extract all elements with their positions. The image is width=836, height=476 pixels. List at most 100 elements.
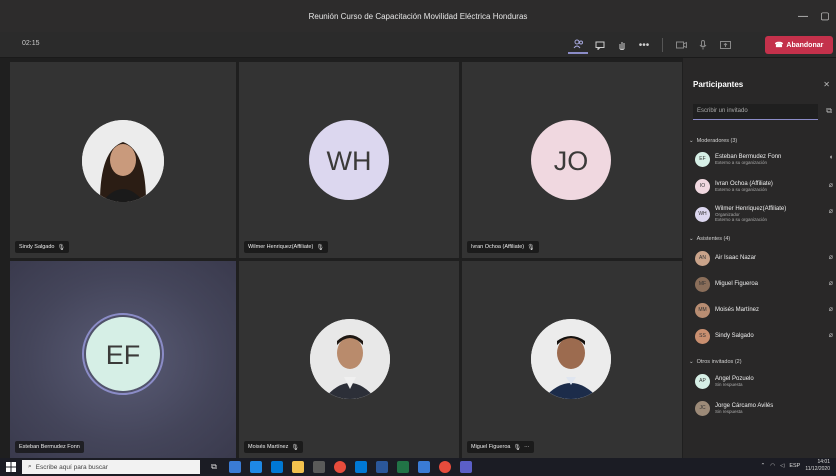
avatar-initials: JO	[554, 146, 589, 176]
participant-list-item[interactable]: EF Esteban Bermudez Fonn Externo a su org…	[695, 148, 835, 170]
window-title: Reunión Curso de Capacitación Movilidad …	[308, 11, 528, 21]
avatar-circle-svg: EF	[82, 313, 164, 395]
more-options-icon[interactable]: •••	[634, 36, 654, 54]
avatar-initials: EF	[106, 340, 141, 370]
store-icon[interactable]	[313, 461, 325, 473]
app-icon[interactable]	[229, 461, 241, 473]
system-tray: ⌃ ◠ ◁ ESP 14:01 11/12/2020	[761, 459, 830, 473]
avatar: WH	[695, 206, 710, 222]
participant-list-item[interactable]: MM Moisés Martínez ⌀	[695, 299, 835, 321]
panel-title: Participantes	[693, 80, 744, 89]
video-tile[interactable]: Miguel Figueroa 🎙 ···	[462, 261, 682, 458]
speaking-indicator-icon: ◖	[828, 154, 833, 161]
close-icon[interactable]: ✕	[823, 80, 830, 89]
share-screen-icon[interactable]	[715, 36, 735, 54]
file-explorer-icon[interactable]	[292, 461, 304, 473]
maximize-button[interactable]: ▢	[814, 0, 836, 32]
video-tile[interactable]: JO Ivran Ochoa (Affiliate) 🎙	[462, 62, 682, 258]
chat-icon[interactable]	[590, 36, 610, 54]
mic-off-icon: ⌀	[828, 332, 833, 339]
participant-name-label: Wilmer Henriquez(Affiliate) 🎙	[244, 241, 328, 253]
avatar: JC	[695, 400, 710, 416]
participant-list-item[interactable]: IO Ivran Ochoa (Affiliate) Externo a su o…	[695, 175, 835, 197]
participant-photo	[82, 120, 164, 202]
excel-icon[interactable]	[397, 461, 409, 473]
video-tile[interactable]: WH Wilmer Henriquez(Affiliate) 🎙	[239, 62, 459, 258]
window-titlebar: Reunión Curso de Capacitación Movilidad …	[0, 0, 836, 32]
leave-button[interactable]: ☎ Abandonar	[765, 36, 833, 54]
system-clock[interactable]: 14:01 11/12/2020	[805, 459, 830, 473]
avatar-circle-svg: WH	[309, 120, 389, 200]
mic-off-icon: ⌀	[828, 254, 833, 261]
minimize-button[interactable]: —	[792, 0, 814, 32]
meeting-toolbar: 02:15 ••• ☎ Abandonar	[0, 32, 836, 58]
mic-off-icon: 🎙	[527, 244, 535, 251]
network-icon[interactable]: ◠	[770, 463, 775, 469]
avatar: IO	[695, 178, 710, 194]
participant-name-label: Esteban Bermudez Fonn	[15, 441, 84, 453]
section-header-attendees[interactable]: ⌄ Asistentes (4)	[689, 236, 730, 242]
mic-off-icon: 🎙	[316, 244, 324, 251]
participant-name-label: Moisés Martínez 🎙	[244, 441, 303, 453]
participants-panel: Participantes ✕ Escribir un invitado ⧉ ⌄…	[683, 58, 836, 458]
participants-icon[interactable]	[568, 36, 588, 54]
avatar: AN	[695, 250, 710, 266]
camera-icon[interactable]	[671, 36, 691, 54]
mic-off-icon: ⌀	[828, 280, 833, 287]
participant-name-label: Miguel Figueroa 🎙 ···	[467, 441, 534, 453]
teams-icon[interactable]	[460, 461, 472, 473]
raise-hand-icon[interactable]	[612, 36, 632, 54]
windows-taskbar: ⌕ Escribe aquí para buscar ⧉ ⌃ ◠ ◁ ESP 1…	[0, 458, 836, 476]
avatar: MM	[695, 302, 710, 318]
chevron-down-icon: ⌄	[689, 359, 694, 365]
avatar: EF	[695, 151, 710, 167]
more-icon[interactable]: ···	[524, 444, 530, 450]
participant-list-item[interactable]: WH Wilmer Henriquez(Affiliate) Organizado…	[695, 201, 835, 227]
microphone-icon[interactable]	[693, 36, 713, 54]
task-view-icon[interactable]: ⧉	[208, 461, 220, 473]
word-icon[interactable]	[376, 461, 388, 473]
chevron-up-icon[interactable]: ⌃	[761, 463, 766, 469]
video-tile-active-speaker[interactable]: EF Esteban Bermudez Fonn	[10, 261, 236, 458]
windows-start-icon[interactable]	[0, 458, 22, 476]
leave-label: Abandonar	[786, 41, 824, 49]
chevron-down-icon: ⌄	[689, 236, 694, 242]
chevron-down-icon: ⌄	[689, 138, 694, 144]
participant-name-label: Sindy Salgado 🎙	[15, 241, 70, 253]
participant-photo	[310, 319, 390, 399]
participant-list-item[interactable]: AP Angel Pozuelo Sin respuesta	[695, 370, 835, 392]
taskbar-search-input[interactable]: ⌕ Escribe aquí para buscar	[22, 460, 200, 474]
section-header-moderators[interactable]: ⌄ Moderadores (3)	[689, 138, 737, 144]
participant-list-item[interactable]: SS Sindy Salgado ⌀	[695, 325, 835, 347]
participant-list-item[interactable]: AN Air Isaac Nazar ⌀	[695, 247, 835, 269]
toolbar-divider	[662, 38, 663, 52]
app-icon[interactable]	[418, 461, 430, 473]
mic-off-icon: ⌀	[828, 208, 833, 215]
participant-list-item[interactable]: JC Jorge Cárcamo Avilés Sin respuesta	[695, 397, 835, 419]
mail-icon[interactable]	[355, 461, 367, 473]
participant-list-item[interactable]: MF Miguel Figueroa ⌀	[695, 273, 835, 295]
mic-off-icon: 🎙	[57, 244, 66, 251]
video-grid: Sindy Salgado 🎙 WH Wilmer Henriquez(Affil…	[10, 62, 682, 458]
participant-photo	[531, 319, 611, 399]
mic-off-icon: ⌀	[828, 182, 833, 189]
language-indicator[interactable]: ESP	[789, 463, 800, 469]
app-icon[interactable]	[271, 461, 283, 473]
app-icon[interactable]	[439, 461, 451, 473]
avatar: MF	[695, 276, 710, 292]
participant-avatar-initials: JO	[531, 120, 611, 200]
avatar: SS	[695, 328, 710, 344]
chrome-icon[interactable]	[334, 461, 346, 473]
share-invite-icon[interactable]: ⧉	[826, 106, 832, 116]
edge-icon[interactable]	[250, 461, 262, 473]
video-tile[interactable]: Sindy Salgado 🎙	[10, 62, 236, 258]
avatar: AP	[695, 373, 710, 389]
mic-off-icon: 🎙	[513, 444, 522, 451]
volume-icon[interactable]: ◁	[780, 463, 784, 469]
participant-avatar-initials: WH	[309, 120, 389, 200]
video-tile[interactable]: Moisés Martínez 🎙	[239, 261, 459, 458]
mic-off-icon: 🎙	[291, 444, 299, 451]
section-header-other-invitees[interactable]: ⌄ Otros invitados (2)	[689, 359, 742, 365]
invite-search-input[interactable]: Escribir un invitado	[693, 104, 818, 120]
participant-name-label: Ivran Ochoa (Affiliate) 🎙	[467, 241, 539, 253]
